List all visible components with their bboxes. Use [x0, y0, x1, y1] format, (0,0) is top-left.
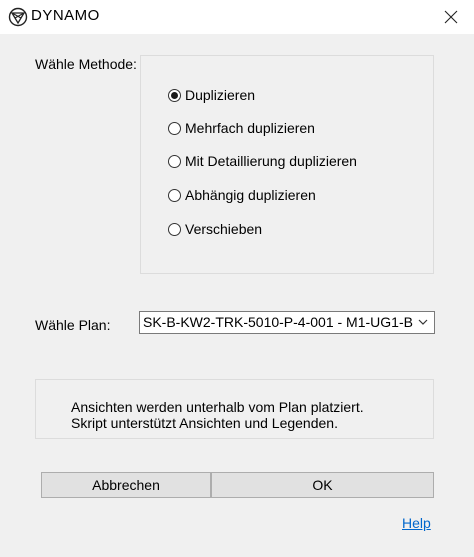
- plan-select-value: SK-B-KW2-TRK-5010-P-4-001 - M1-UG1-Boden: [143, 314, 413, 330]
- radio-option-mit-detaillierung[interactable]: Mit Detaillierung duplizieren: [168, 151, 357, 171]
- info-text-line-1: Ansichten werden unterhalb vom Plan plat…: [71, 399, 364, 415]
- radio-label: Mehrfach duplizieren: [185, 120, 315, 136]
- help-link[interactable]: Help: [402, 515, 431, 531]
- radio-option-mehrfach-duplizieren[interactable]: Mehrfach duplizieren: [168, 118, 315, 138]
- radio-option-abhaengig-duplizieren[interactable]: Abhängig duplizieren: [168, 185, 316, 205]
- radio-button[interactable]: [168, 188, 181, 202]
- radio-button[interactable]: [168, 154, 181, 168]
- radio-label: Mit Detaillierung duplizieren: [185, 153, 357, 169]
- info-text-line-2: Skript unterstützt Ansichten und Legende…: [71, 415, 338, 431]
- window-title: DYNAMO: [31, 7, 100, 24]
- radio-button[interactable]: [168, 121, 181, 135]
- close-icon: [444, 10, 458, 24]
- radio-button[interactable]: [168, 222, 181, 236]
- radio-option-duplizieren[interactable]: Duplizieren: [168, 85, 255, 105]
- cancel-button[interactable]: Abbrechen: [41, 472, 211, 498]
- plan-select[interactable]: SK-B-KW2-TRK-5010-P-4-001 - M1-UG1-Boden: [139, 311, 435, 334]
- radio-option-verschieben[interactable]: Verschieben: [168, 219, 262, 239]
- method-label: Wähle Methode:: [35, 56, 137, 72]
- radio-label: Abhängig duplizieren: [185, 187, 316, 203]
- radio-label: Duplizieren: [185, 87, 256, 103]
- chevron-down-icon: [418, 319, 428, 325]
- radio-button[interactable]: [168, 88, 181, 102]
- close-button[interactable]: [428, 0, 474, 34]
- ok-button[interactable]: OK: [211, 472, 434, 498]
- title-bar: DYNAMO: [0, 0, 474, 34]
- dynamo-logo-icon: [8, 7, 28, 27]
- plan-label: Wähle Plan:: [35, 317, 111, 333]
- radio-label: Verschieben: [185, 221, 263, 237]
